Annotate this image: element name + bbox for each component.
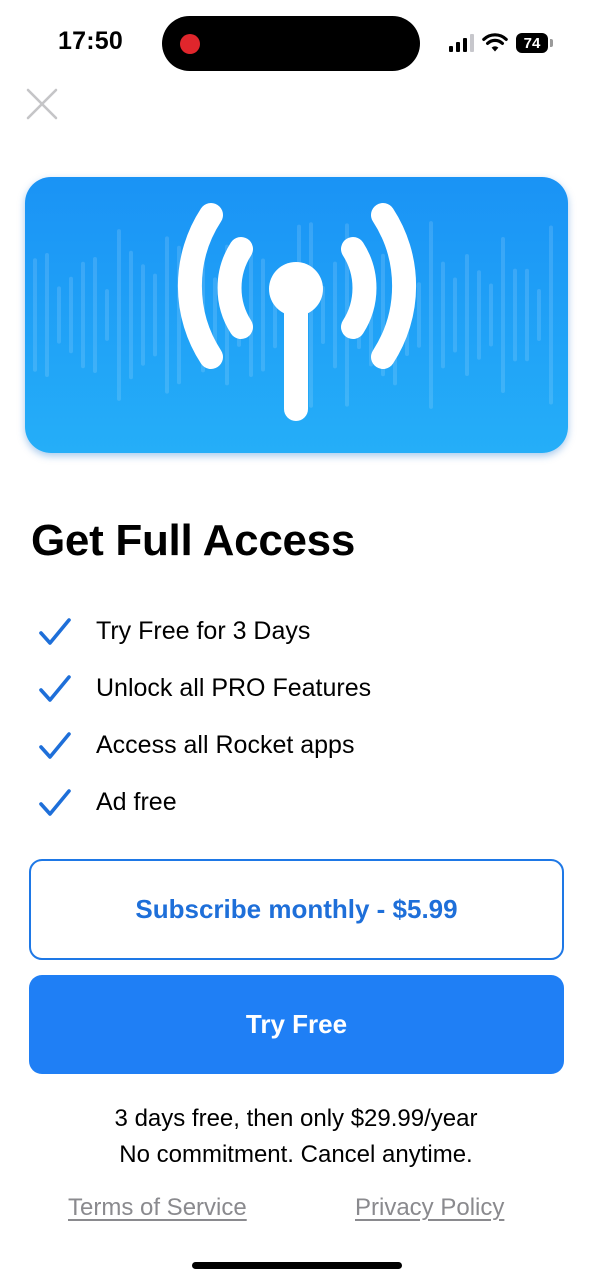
subscribe-monthly-button[interactable]: Subscribe monthly - $5.99: [29, 859, 564, 960]
feature-label: Ad free: [96, 788, 177, 816]
dynamic-island: [162, 16, 420, 71]
hero-banner: [25, 177, 568, 453]
recording-dot-icon: [180, 34, 200, 54]
privacy-policy-link[interactable]: Privacy Policy: [355, 1194, 504, 1222]
feature-label: Try Free for 3 Days: [96, 617, 311, 645]
feature-item: Ad free: [38, 774, 558, 831]
home-indicator: [192, 1262, 402, 1269]
close-button[interactable]: [22, 84, 62, 124]
page-title: Get Full Access: [31, 516, 355, 565]
checkmark-icon: [39, 788, 71, 816]
checkmark-icon: [39, 731, 71, 759]
pricing-line-1: 3 days free, then only $29.99/year: [114, 1105, 478, 1132]
feature-label: Access all Rocket apps: [96, 731, 355, 759]
broadcast-antenna-icon: [177, 203, 417, 421]
feature-item: Unlock all PRO Features: [38, 660, 558, 717]
status-time: 17:50: [58, 27, 123, 55]
try-free-button[interactable]: Try Free: [29, 975, 564, 1074]
feature-label: Unlock all PRO Features: [96, 674, 372, 702]
status-icons: 74: [449, 31, 553, 55]
feature-list: Try Free for 3 Days Unlock all PRO Featu…: [38, 603, 558, 831]
pricing-line-2: No commitment. Cancel anytime.: [119, 1141, 473, 1168]
checkmark-icon: [39, 674, 71, 702]
terms-of-service-link[interactable]: Terms of Service: [68, 1194, 247, 1222]
battery-icon: 74: [516, 33, 553, 53]
feature-item: Access all Rocket apps: [38, 717, 558, 774]
feature-item: Try Free for 3 Days: [38, 603, 558, 660]
signal-icon: [449, 34, 474, 52]
status-bar: 17:50 74: [0, 0, 592, 86]
checkmark-icon: [39, 617, 71, 645]
pricing-note: 3 days free, then only $29.99/year No co…: [0, 1101, 592, 1173]
close-icon: [26, 88, 58, 120]
wifi-icon: [482, 33, 508, 52]
